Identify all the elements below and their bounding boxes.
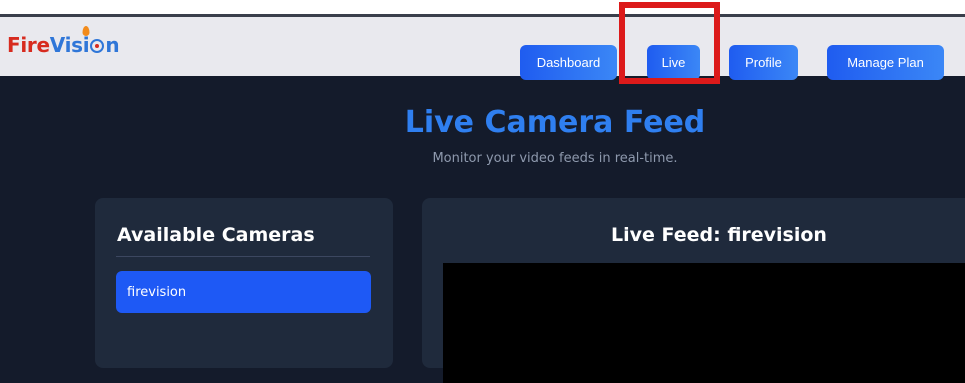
divider (116, 256, 370, 257)
firevision-logo[interactable]: Fire Vis i n (7, 26, 120, 57)
eye-icon (90, 39, 105, 53)
nav-manage-plan-button[interactable]: Manage Plan (827, 45, 944, 80)
live-feed-title: Live Feed: firevision (611, 224, 827, 246)
browser-top-strip (0, 0, 965, 17)
nav-profile-button[interactable]: Profile (729, 45, 798, 80)
nav-dashboard-button[interactable]: Dashboard (520, 45, 617, 80)
live-video-player[interactable] (443, 263, 965, 383)
logo-text-vision: Vis i n (49, 26, 120, 57)
available-cameras-panel: Available Cameras firevision (95, 198, 393, 368)
available-cameras-title: Available Cameras (117, 224, 315, 246)
page-title: Live Camera Feed (404, 105, 706, 140)
logo-flame-i: i (82, 26, 90, 57)
logo-text-i: i (82, 33, 90, 57)
logo-text-fire: Fire (7, 33, 50, 57)
page-subtitle: Monitor your video feeds in real-time. (432, 151, 678, 166)
live-feed-panel: Live Feed: firevision (422, 198, 965, 383)
camera-item-firevision[interactable]: firevision (116, 271, 371, 313)
nav-live-button[interactable]: Live (647, 45, 700, 80)
logo-text-n: n (105, 33, 120, 57)
navbar: Fire Vis i n Dashboard Live Profile Manage… (0, 17, 965, 80)
flame-icon (82, 26, 90, 36)
logo-text-vis: Vis (49, 33, 83, 57)
